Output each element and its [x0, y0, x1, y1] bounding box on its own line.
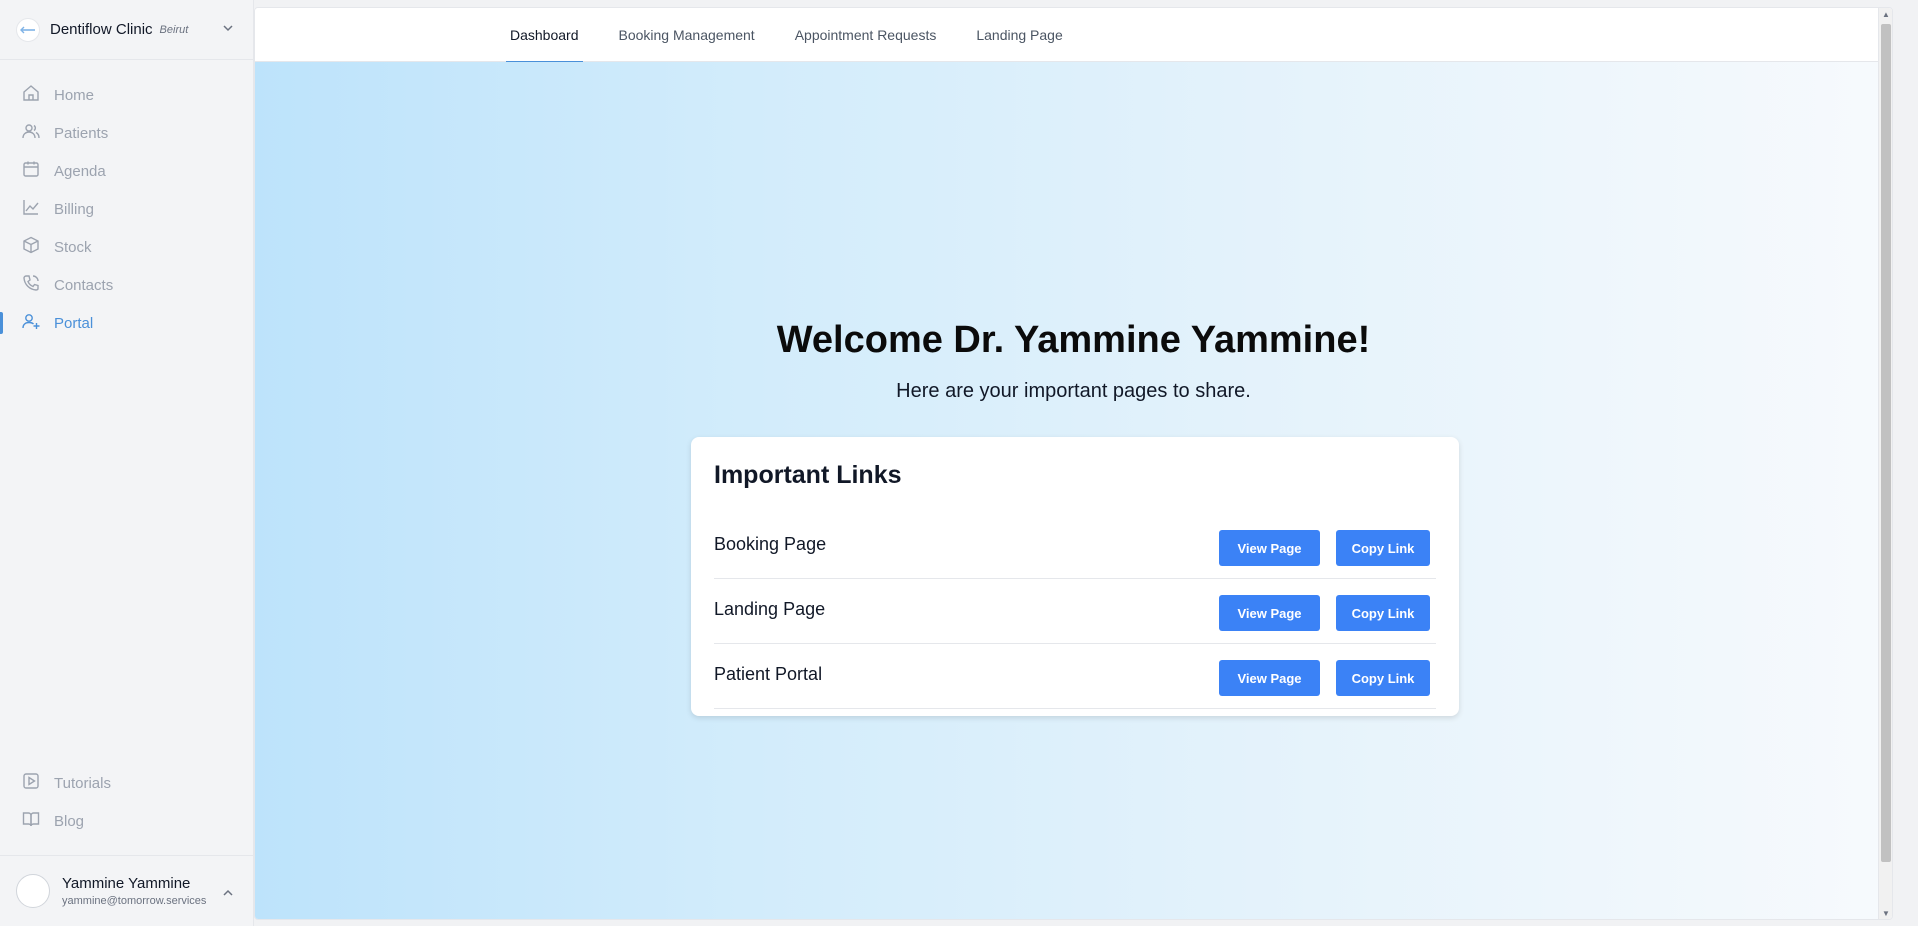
user-plus-icon: [22, 312, 54, 334]
users-icon: [22, 122, 54, 144]
scroll-up-arrow-icon[interactable]: ▲: [1881, 10, 1891, 20]
box-icon: [22, 236, 54, 258]
phone-icon: [22, 274, 54, 296]
sidebar-nav: Home Patients Agenda Billing Stock Conta…: [0, 76, 254, 342]
view-patient-portal-button[interactable]: View Page: [1219, 660, 1320, 696]
sidebar-item-patients[interactable]: Patients: [0, 114, 254, 152]
link-row-patient-portal: Patient Portal View Page Copy Link: [714, 644, 1436, 709]
sidebar-item-contacts[interactable]: Contacts: [0, 266, 254, 304]
sidebar-item-tutorials[interactable]: Tutorials: [0, 764, 254, 802]
chevron-down-icon[interactable]: [222, 21, 234, 39]
link-label: Booking Page: [714, 534, 827, 554]
sidebar-item-label: Tutorials: [54, 774, 111, 792]
sidebar-item-label: Contacts: [54, 276, 114, 294]
sidebar-item-blog[interactable]: Blog: [0, 802, 254, 840]
sidebar-item-label: Patients: [54, 124, 109, 142]
dashboard-content: Welcome Dr. Yammine Yammine! Here are yo…: [255, 62, 1892, 919]
home-icon: [22, 84, 54, 106]
sidebar-item-label: Agenda: [54, 162, 106, 180]
link-label: Landing Page: [714, 599, 826, 619]
link-row-booking-page: Booking Page View Page Copy Link: [714, 514, 1436, 579]
welcome-title: Welcome Dr. Yammine Yammine!: [776, 319, 1371, 361]
sidebar-item-portal[interactable]: Portal: [0, 304, 254, 342]
tab-booking-management[interactable]: Booking Management: [615, 8, 759, 62]
scroll-thumb[interactable]: [1881, 24, 1891, 862]
sidebar-item-label: Home: [54, 86, 95, 104]
user-info: Yammine Yammine yammine@tomorrow.service…: [62, 875, 206, 907]
link-label: Patient Portal: [714, 664, 823, 684]
tab-landing-page[interactable]: Landing Page: [972, 8, 1066, 62]
sidebar-item-agenda[interactable]: Agenda: [0, 152, 254, 190]
copy-patient-portal-link-button[interactable]: Copy Link: [1336, 660, 1430, 696]
calendar-icon: [22, 160, 54, 182]
welcome-subtitle: Here are your important pages to share.: [896, 380, 1251, 402]
sidebar-item-label: Stock: [54, 238, 92, 256]
main-panel: Dashboard Booking Management Appointment…: [254, 7, 1893, 920]
user-name: Yammine Yammine: [62, 875, 191, 892]
sidebar-item-label: Portal: [54, 314, 94, 332]
sidebar-item-stock[interactable]: Stock: [0, 228, 254, 266]
tab-dashboard[interactable]: Dashboard: [506, 8, 583, 63]
user-email: yammine@tomorrow.services: [62, 895, 207, 907]
clinic-switcher[interactable]: Dentiflow Clinic Beirut: [0, 0, 254, 60]
play-icon: [22, 772, 54, 794]
copy-landing-link-button[interactable]: Copy Link: [1336, 595, 1430, 631]
sidebar-item-billing[interactable]: Billing: [0, 190, 254, 228]
avatar: [16, 874, 50, 908]
view-booking-page-button[interactable]: View Page: [1219, 530, 1320, 566]
view-landing-page-button[interactable]: View Page: [1219, 595, 1320, 631]
book-icon: [22, 810, 54, 832]
chevron-up-icon[interactable]: [222, 886, 234, 904]
top-tab-bar: Dashboard Booking Management Appointment…: [255, 8, 1892, 63]
tab-appointment-requests[interactable]: Appointment Requests: [791, 8, 941, 62]
sidebar-item-home[interactable]: Home: [0, 76, 254, 114]
scroll-down-arrow-icon[interactable]: ▼: [1881, 909, 1891, 919]
user-menu[interactable]: Yammine Yammine yammine@tomorrow.service…: [0, 855, 254, 926]
link-row-landing-page: Landing Page View Page Copy Link: [714, 579, 1436, 644]
copy-booking-link-button[interactable]: Copy Link: [1336, 530, 1430, 566]
clinic-name: Dentiflow Clinic: [50, 21, 153, 38]
important-links-card: Important Links Booking Page View Page C…: [691, 437, 1459, 716]
chart-line-icon: [22, 198, 54, 220]
sidebar-bottom-nav: Tutorials Blog: [0, 764, 254, 840]
sidebar-item-label: Blog: [54, 812, 85, 830]
card-title: Important Links: [714, 461, 902, 489]
tabs: Dashboard Booking Management Appointment…: [506, 8, 1099, 63]
scrollbar[interactable]: ▲ ▼: [1878, 8, 1892, 919]
clinic-logo-icon: [16, 17, 40, 42]
sidebar: Dentiflow Clinic Beirut Home Patients Ag…: [0, 0, 254, 926]
clinic-city: Beirut: [159, 23, 189, 36]
sidebar-item-label: Billing: [54, 200, 95, 218]
